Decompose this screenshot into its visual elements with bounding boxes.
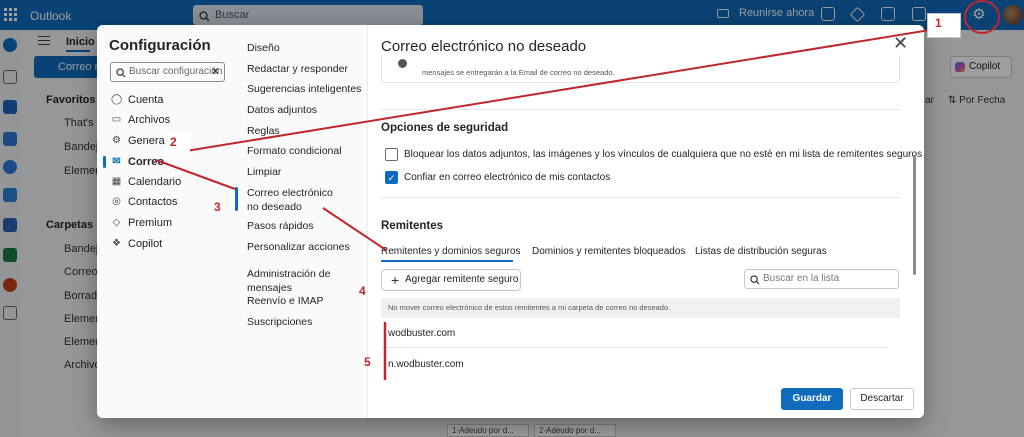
- info-text: mensajes se entregarán a la Email de cor…: [422, 68, 615, 77]
- selected-indicator: [235, 187, 238, 211]
- subcategory-conditional-formatting[interactable]: Formato condicional: [247, 144, 365, 158]
- settings-subcategory-nav: Diseño Redactar y responder Sugerencias …: [232, 25, 368, 418]
- subcategory-rules[interactable]: Reglas: [247, 124, 365, 138]
- category-label: Calendario: [128, 176, 182, 188]
- subcategory-junk-email[interactable]: Correo electrónico no deseado: [247, 186, 347, 214]
- settings-category-cuenta[interactable]: ◯ Cuenta: [111, 91, 163, 109]
- category-label: Contactos: [128, 196, 178, 208]
- clear-search-icon[interactable]: ✕: [211, 63, 220, 81]
- safe-senders-note: No mover correo electrónico de estos rem…: [381, 298, 900, 318]
- search-icon: [750, 274, 760, 292]
- selected-indicator: [103, 156, 106, 168]
- senders-heading: Remitentes: [381, 220, 443, 232]
- tab-safe-mailing-lists[interactable]: Listas de distribución seguras: [695, 246, 827, 257]
- mail-icon: ✉: [112, 156, 121, 167]
- settings-category-premium[interactable]: ◇ Premium: [111, 214, 172, 232]
- divider: [381, 109, 900, 110]
- subcategory-subscriptions[interactable]: Suscripciones: [247, 315, 365, 329]
- add-safe-sender-label: Agregar remitente seguro: [405, 274, 519, 285]
- subcategory-layout[interactable]: Diseño: [247, 41, 365, 55]
- settings-search-placeholder: Buscar configuración: [129, 66, 223, 77]
- settings-category-nav: Configuración Buscar configuración ✕ ◯ Cu…: [97, 25, 232, 418]
- junk-email-settings-panel: Correo electrónico no deseado ✕ mensajes…: [368, 25, 924, 418]
- trust-contacts-label[interactable]: Confiar en correo electrónico de mis con…: [404, 172, 610, 183]
- subcategory-smart-suggestions[interactable]: Sugerencias inteligentes: [247, 82, 365, 96]
- divider: [381, 197, 900, 198]
- subcategory-compose-reply[interactable]: Redactar y responder: [247, 62, 365, 76]
- list-search-input[interactable]: Buscar en la lista: [744, 269, 899, 289]
- safe-sender-item[interactable]: wodbuster.com: [388, 328, 455, 339]
- subcategory-customize-actions[interactable]: Personalizar acciones: [247, 240, 365, 254]
- settings-category-archivos[interactable]: ▭ Archivos: [111, 111, 170, 129]
- add-safe-sender-button[interactable]: + Agregar remitente seguro: [381, 269, 521, 291]
- tab-safe-senders[interactable]: Remitentes y dominios seguros: [381, 246, 521, 257]
- settings-category-correo[interactable]: ✉ Correo: [111, 153, 164, 171]
- settings-search-input[interactable]: Buscar configuración ✕: [110, 62, 225, 82]
- paperclip-icon: ▭: [111, 114, 122, 125]
- subcategory-quick-steps[interactable]: Pasos rápidos: [247, 219, 365, 233]
- block-attachments-label[interactable]: Bloquear los datos adjuntos, las imágene…: [404, 149, 922, 160]
- settings-dialog: Configuración Buscar configuración ✕ ◯ Cu…: [97, 25, 924, 418]
- scrollbar[interactable]: [913, 155, 916, 275]
- plus-icon: +: [391, 272, 400, 288]
- divider: [381, 347, 886, 348]
- category-label: Archivos: [128, 114, 171, 126]
- dialog-footer: Guardar Descartar: [368, 377, 924, 418]
- category-label: General: [128, 135, 168, 147]
- settings-title: Configuración: [109, 37, 211, 54]
- save-button[interactable]: Guardar: [781, 388, 843, 410]
- category-label: Correo: [128, 156, 165, 168]
- active-tab-underline: [381, 260, 513, 262]
- close-icon[interactable]: ✕: [893, 34, 908, 52]
- block-attachments-checkbox[interactable]: [385, 148, 398, 161]
- people-icon: ◎: [112, 196, 121, 207]
- info-card: mensajes se entregarán a la Email de cor…: [381, 55, 900, 83]
- subcategory-message-handling[interactable]: Administración de mensajes: [247, 267, 365, 295]
- info-icon: [398, 59, 407, 68]
- settings-category-general[interactable]: ⚙ General: [111, 132, 167, 150]
- subcategory-forwarding-imap[interactable]: Reenvío e IMAP: [247, 294, 365, 308]
- category-label: Cuenta: [128, 94, 164, 106]
- subcategory-sweep[interactable]: Limpiar: [247, 165, 365, 179]
- diamond-icon: ◇: [112, 217, 121, 228]
- search-icon: [116, 67, 126, 81]
- category-label: Copilot: [128, 238, 163, 250]
- safe-sender-item[interactable]: n.wodbuster.com: [388, 359, 464, 370]
- settings-category-contactos[interactable]: ◎ Contactos: [111, 193, 178, 211]
- discard-button[interactable]: Descartar: [850, 388, 914, 410]
- settings-category-copilot[interactable]: ❖ Copilot: [111, 235, 162, 253]
- trust-contacts-checkbox[interactable]: ✓: [385, 171, 398, 184]
- calendar-icon: ▦: [111, 176, 122, 187]
- subcategory-attachments[interactable]: Datos adjuntos: [247, 103, 365, 117]
- panel-title: Correo electrónico no deseado: [381, 38, 587, 55]
- gear-icon: ⚙: [112, 135, 121, 146]
- person-icon: ◯: [111, 94, 123, 105]
- tab-blocked-senders[interactable]: Dominios y remitentes bloqueados: [532, 246, 685, 257]
- copilot-icon: ❖: [112, 238, 121, 249]
- security-options-heading: Opciones de seguridad: [381, 122, 509, 134]
- list-search-placeholder: Buscar en la lista: [763, 273, 840, 284]
- settings-category-calendario[interactable]: ▦ Calendario: [111, 173, 181, 191]
- category-label: Premium: [128, 217, 173, 229]
